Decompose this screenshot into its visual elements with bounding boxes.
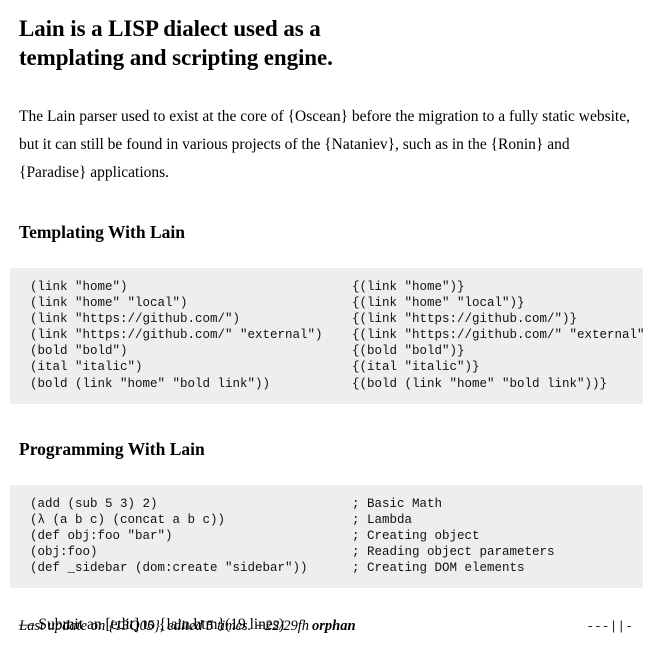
author-name[interactable]: orphan: [309, 618, 356, 634]
code-row: (link "https://github.com/" "external") {…: [30, 327, 643, 343]
code-cell-left: (ital "italic"): [30, 360, 143, 375]
code-row: (link "https://github.com/") {(link "http…: [30, 311, 643, 327]
code-row: (bold (link "home" "bold link")) {(bold (…: [30, 376, 643, 392]
code-row: (def _sidebar (dom:create "sidebar")) ; C…: [30, 560, 643, 576]
code-cell-left: (link "https://github.com/"): [30, 312, 241, 327]
code-cell-right: {(link "home")}: [352, 280, 465, 294]
code-cell-left: (λ (a b c) (concat a b c)): [30, 512, 226, 527]
code-cell-right: ; Creating DOM elements: [352, 561, 525, 576]
section-heading-programming: Programming With Lain: [19, 438, 205, 459]
section-heading-templating: Templating With Lain: [19, 222, 185, 242]
code-block-templating: (link "home") {(link "home")} (link "home"…: [10, 268, 643, 404]
code-cell-right: ; Lambda: [352, 512, 413, 527]
last-update-text: Last update on {13Q05}, edited 5 times. …: [19, 618, 310, 634]
code-cell-right: ; Basic Math: [352, 496, 443, 511]
code-row: (ital "italic") {(ital "italic")}: [30, 359, 643, 375]
code-cell-left: (obj:foo): [30, 544, 98, 559]
code-cell-right: ; Reading object parameters: [352, 544, 555, 559]
code-row: (bold "bold") {(bold "bold")}: [30, 343, 643, 359]
code-cell-left: (def obj:foo "bar"): [30, 528, 173, 543]
code-cell-left: (link "home" "local"): [30, 296, 188, 311]
code-cell-left: (add (sub 5 3) 2): [30, 496, 158, 511]
code-cell-left: (link "https://github.com/" "external"): [30, 328, 323, 343]
last-update-info: Last update on {13Q05}, edited 5 times. …: [19, 618, 356, 635]
code-cell-left: (bold "bold"): [30, 344, 128, 359]
document-page: Lain is a LISP dialect used as a templat…: [0, 0, 652, 652]
code-cell-right: {(link "home" "local")}: [352, 296, 525, 311]
code-cell-left: (bold (link "home" "bold link")): [30, 376, 271, 391]
code-cell-right: {(link "https://github.com/")}: [352, 312, 578, 327]
code-cell-left: (def _sidebar (dom:create "sidebar")): [30, 561, 308, 576]
footer-glyphs: ---||-: [586, 619, 633, 634]
code-row: (link "home") {(link "home")}: [30, 279, 643, 295]
page-footer: Last update on {13Q05}, edited 5 times. …: [19, 618, 633, 635]
code-cell-left: (link "home"): [30, 280, 128, 294]
code-row: (obj:foo) ; Reading object parameters: [30, 544, 643, 560]
code-cell-right: {(link "https://github.com/" "external")…: [352, 328, 643, 343]
code-cell-right: ; Creating object: [352, 528, 480, 543]
code-row: (λ (a b c) (concat a b c)) ; Lambda: [30, 512, 643, 528]
intro-paragraph: The Lain parser used to exist at the cor…: [19, 108, 630, 181]
code-block-programming: (add (sub 5 3) 2); Basic Math (λ (a b c) …: [10, 484, 643, 589]
code-cell-right: {(bold "bold")}: [352, 344, 465, 359]
code-row: (add (sub 5 3) 2) ; Basic Math: [30, 496, 643, 512]
code-row: (link "home" "local") {(link "home" "loca…: [30, 295, 643, 311]
code-row: (def obj:foo "bar") ; Creating object: [30, 528, 643, 544]
code-cell-right: {(ital "italic")}: [352, 360, 480, 375]
code-cell-right: {(bold (link "home" "bold link"))}: [352, 376, 608, 391]
page-title: Lain is a LISP dialect used as a templat…: [19, 16, 333, 70]
